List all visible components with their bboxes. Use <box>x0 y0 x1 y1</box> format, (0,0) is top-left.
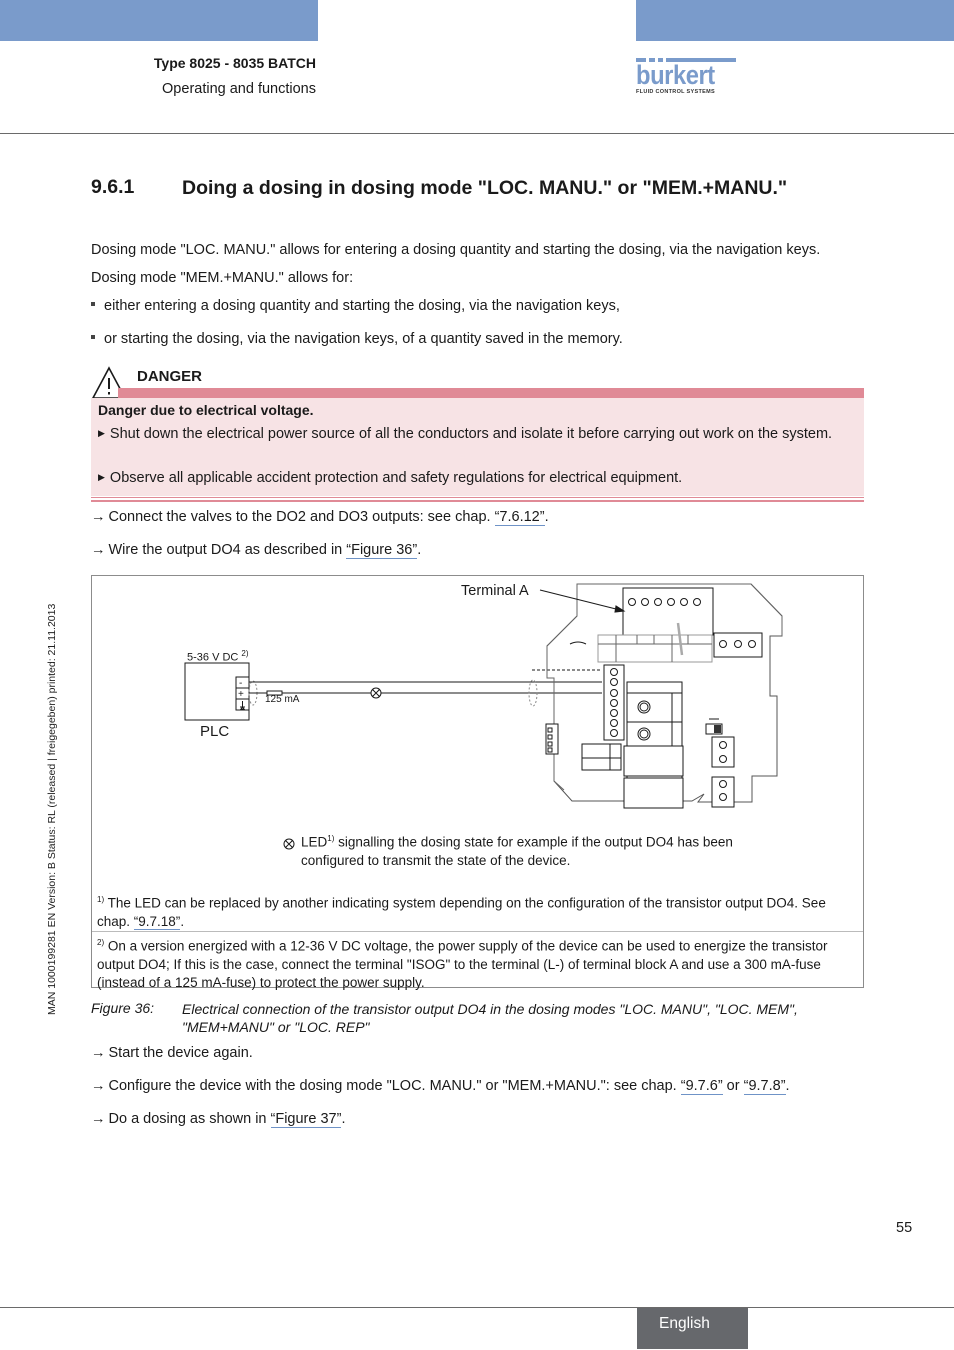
figure-caption-number: Figure 36: <box>91 1000 155 1016</box>
danger-item-text: Observe all applicable accident protecti… <box>109 470 683 486</box>
plc-terminal-minus <box>235 676 250 689</box>
supply-voltage-label: 5-36 V DC 2) <box>187 649 249 664</box>
step-item: → Do a dosing as shown in “Figure 37”. <box>91 1111 346 1128</box>
header-band-left <box>0 0 318 41</box>
terminal-block-a <box>622 587 714 636</box>
terminal-a-pointer <box>539 589 625 612</box>
fuse-label: 125 mA <box>265 694 300 705</box>
danger-item: ▶ Observe all applicable accident protect… <box>98 468 848 489</box>
led-legend-prefix: LED <box>301 834 328 850</box>
chapter-link-9-7-8[interactable]: “9.7.8” <box>743 1078 786 1095</box>
supply-voltage-text: 5-36 V DC <box>187 651 239 664</box>
led-legend-text: signalling the dosing state for example … <box>301 834 733 868</box>
plc-label: PLC <box>200 723 230 740</box>
step-item: → Wire the output DO4 as described in “Fi… <box>91 542 422 559</box>
chapter-link-9-7-18[interactable]: “9.7.18” <box>133 913 181 930</box>
svg-text:+: + <box>238 689 244 700</box>
brand-name: burkert <box>636 60 715 90</box>
svg-text:-: - <box>239 678 242 689</box>
figure-36-link[interactable]: “Figure 36” <box>346 542 418 559</box>
terminal-strip <box>603 664 625 741</box>
triangle-bullet-icon: ▶ <box>98 472 105 482</box>
paragraph: Dosing mode "LOC. MANU." allows for ente… <box>91 242 821 258</box>
footnote-punct: . <box>180 913 185 929</box>
chapter-link-9-7-6[interactable]: “9.7.6” <box>680 1078 723 1095</box>
figure-37-link[interactable]: “Figure 37” <box>270 1111 342 1128</box>
step-punct: . <box>341 1111 346 1127</box>
brand-logo: burkert FLUID CONTROL SYSTEMS <box>636 58 737 95</box>
header-divider <box>0 133 954 134</box>
figure-caption-text: Electrical connection of the transistor … <box>182 1001 798 1035</box>
step-item: → Configure the device with the dosing mo… <box>91 1078 790 1095</box>
bullet-item: either entering a dosing quantity and st… <box>91 298 620 314</box>
step-item: → Start the device again. <box>91 1045 253 1061</box>
danger-divider <box>91 500 864 502</box>
bullet-text: either entering a dosing quantity and st… <box>104 298 620 314</box>
led-legend: LED1) signalling the dosing state for ex… <box>301 830 781 870</box>
step-punct: . <box>544 509 549 525</box>
page-number: 55 <box>896 1220 913 1236</box>
step-text: Wire the output DO4 as described in <box>108 542 347 558</box>
step-item: → Connect the valves to the DO2 and DO3 o… <box>91 509 549 526</box>
step-text: Do a dosing as shown in <box>108 1111 271 1127</box>
danger-item: ▶ Shut down the electrical power source o… <box>98 424 848 445</box>
language-label: English <box>659 1315 710 1332</box>
danger-divider <box>91 497 864 498</box>
document-side-note: MAN 1000199281 EN Version: B Status: RL … <box>46 603 58 1015</box>
bullet-item: or starting the dosing, via the navigati… <box>91 331 623 347</box>
footnote-divider <box>92 931 863 932</box>
step-punct: . <box>785 1078 790 1094</box>
footer-divider <box>0 1307 954 1308</box>
bullet-dot <box>91 335 95 340</box>
figure-36: - + Terminal A 5-36 V DC 2) 125 mA PLC L… <box>91 575 864 990</box>
terminal-a-label: Terminal A <box>461 583 529 599</box>
led-legend-icon <box>283 838 295 850</box>
document-subtitle: Operating and functions <box>162 81 316 97</box>
footnote-2: 2) On a version energized with a 12-36 V… <box>97 934 857 992</box>
arrow-icon: → <box>91 509 106 525</box>
arrow-icon: → <box>91 542 106 558</box>
danger-label: DANGER <box>137 368 203 385</box>
bullet-dot <box>91 302 95 307</box>
footnote-ref: 2) <box>241 649 249 658</box>
footnote-text: The LED can be replaced by another indic… <box>97 895 826 929</box>
step-text: Configure the device with the dosing mod… <box>108 1078 681 1094</box>
header-band-right <box>636 0 954 41</box>
chapter-link-7-6-12[interactable]: “7.6.12” <box>494 509 545 526</box>
danger-item-text: Shut down the electrical power source of… <box>109 426 833 442</box>
terminal-block-right <box>713 632 763 658</box>
arrow-icon: → <box>91 1111 106 1127</box>
arrow-icon: → <box>91 1045 106 1061</box>
step-text: Connect the valves to the DO2 and DO3 ou… <box>108 509 495 525</box>
paragraph: Dosing mode "MEM.+MANU." allows for: <box>91 270 354 286</box>
footnote-text: On a version energized with a 12-36 V DC… <box>97 938 828 990</box>
step-text: Start the device again. <box>108 1045 253 1061</box>
document-title: Type 8025 - 8035 BATCH <box>153 55 316 71</box>
danger-bar <box>118 388 864 398</box>
step-punct: . <box>417 542 422 558</box>
footnote-1: 1) The LED can be replaced by another in… <box>97 891 857 931</box>
arrow-icon: → <box>91 1078 106 1094</box>
section-title: Doing a dosing in dosing mode "LOC. MANU… <box>182 177 788 199</box>
danger-title: Danger due to electrical voltage. <box>98 402 314 418</box>
step-text: or <box>722 1078 744 1094</box>
bullet-text: or starting the dosing, via the navigati… <box>104 331 623 347</box>
language-tab: English <box>637 1308 748 1349</box>
triangle-bullet-icon: ▶ <box>98 428 105 438</box>
section-number: 9.6.1 <box>91 176 135 198</box>
